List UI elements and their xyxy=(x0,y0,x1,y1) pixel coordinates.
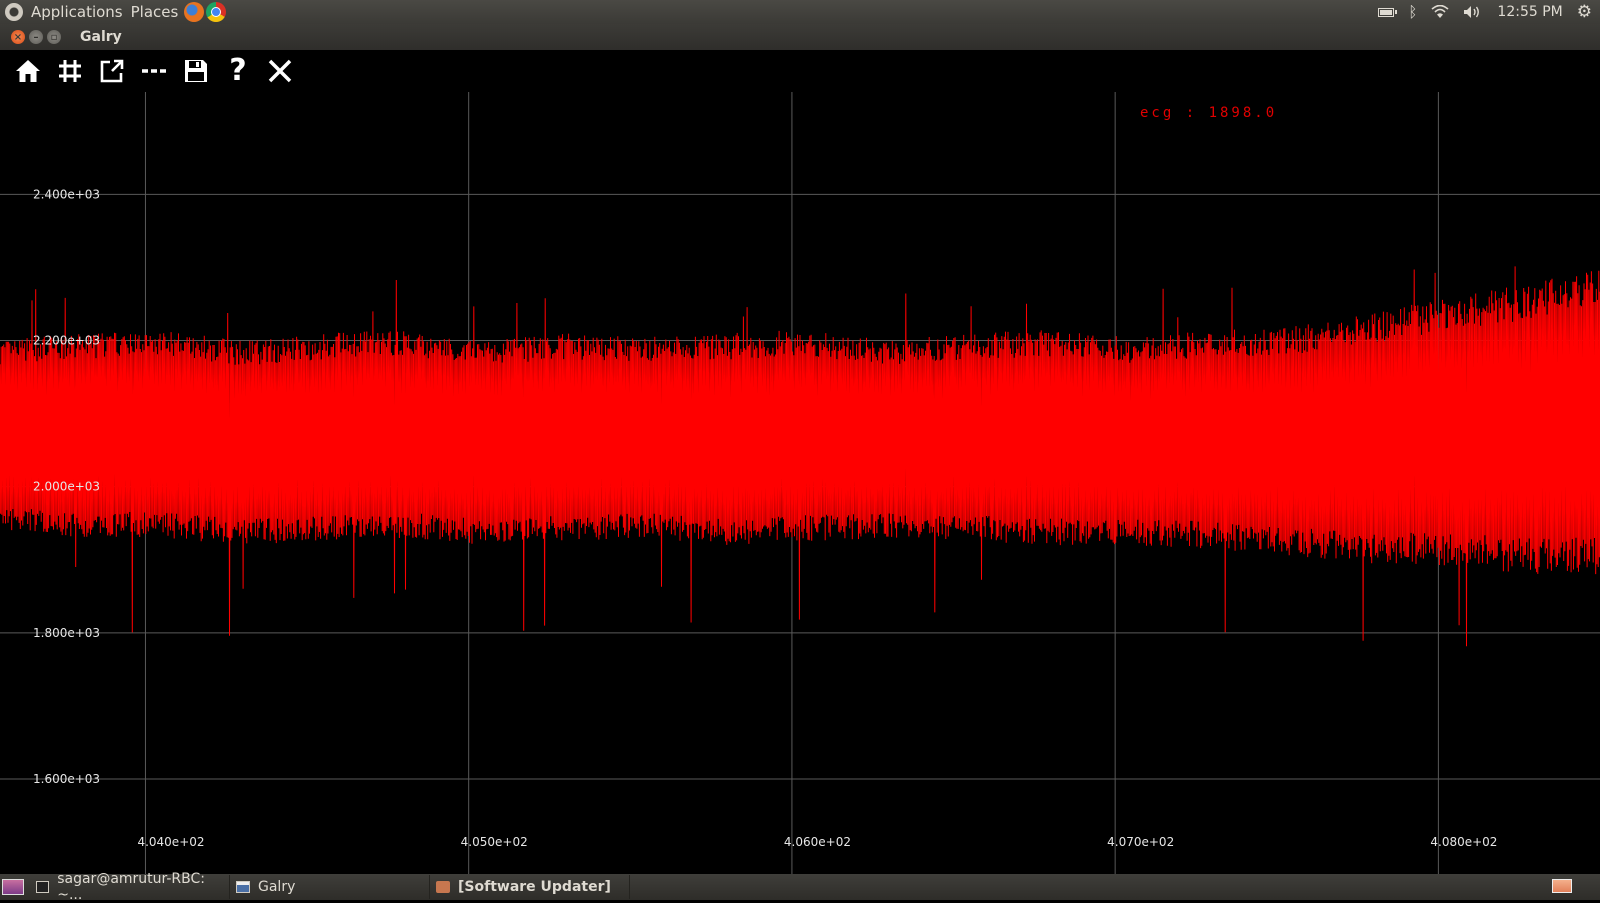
y-axis-labels: 2.400e+03 2.200e+03 2.000e+03 1.800e+03 1.60… xyxy=(33,187,100,786)
home-button[interactable] xyxy=(13,56,43,86)
y-tick-label: 2.200e+03 xyxy=(33,333,100,347)
y-tick-label: 2.400e+03 xyxy=(33,187,100,201)
applications-menu[interactable]: Applications xyxy=(27,3,127,21)
help-button[interactable]: ? xyxy=(223,56,253,86)
external-link-icon xyxy=(100,59,124,83)
ecg-series-line xyxy=(0,266,1600,647)
battery-icon[interactable] xyxy=(1378,7,1398,17)
x-tick-label: 4.080e+02 xyxy=(1430,835,1497,849)
volume-icon[interactable] xyxy=(1463,5,1483,19)
trash-icon[interactable] xyxy=(1552,879,1572,893)
chrome-icon[interactable] xyxy=(206,2,227,22)
window-minimize-button[interactable]: – xyxy=(29,30,43,44)
x-tick-label: 4.070e+02 xyxy=(1107,835,1174,849)
x-axis-labels: 4.040e+02 4.050e+02 4.060e+02 4.070e+02 4.08… xyxy=(137,835,1497,849)
help-icon: ? xyxy=(229,53,247,88)
show-desktop-icon[interactable] xyxy=(2,879,24,895)
taskbar-item-galry[interactable]: Galry xyxy=(230,875,430,899)
window-title: Galry xyxy=(80,29,122,45)
x-tick-label: 4.050e+02 xyxy=(461,835,528,849)
gear-icon[interactable]: ⚙ xyxy=(1577,2,1592,22)
dashes-button[interactable] xyxy=(139,56,169,86)
system-tray: ᛒ 12:55 PM ⚙ xyxy=(1378,0,1600,24)
ecg-signal xyxy=(0,266,1600,647)
dashed-line-icon xyxy=(142,69,166,73)
wifi-icon[interactable] xyxy=(1431,5,1449,19)
bottom-taskbar: sagar@amrutur-RBC: ~... Galry [Software … xyxy=(0,871,1600,903)
window-icon xyxy=(236,881,250,893)
y-tick-label: 1.800e+03 xyxy=(33,626,100,640)
software-updater-icon xyxy=(436,881,450,893)
gnome-foot-icon[interactable] xyxy=(5,3,23,21)
close-plot-button[interactable] xyxy=(265,56,295,86)
top-panel: Applications Places ᛒ 12:55 PM ⚙ xyxy=(0,0,1600,24)
taskbar-item-label: sagar@amrutur-RBC: ~... xyxy=(57,871,206,903)
window-close-button[interactable]: × xyxy=(11,30,25,44)
home-icon xyxy=(16,60,40,82)
x-tick-label: 4.040e+02 xyxy=(137,835,204,849)
clock[interactable]: 12:55 PM xyxy=(1497,4,1562,20)
window-titlebar[interactable]: × – ▫ Galry xyxy=(0,24,1600,50)
save-button[interactable] xyxy=(181,56,211,86)
bluetooth-icon[interactable]: ᛒ xyxy=(1408,3,1417,21)
popout-button[interactable] xyxy=(97,56,127,86)
grid-hash-icon xyxy=(59,60,81,82)
places-menu[interactable]: Places xyxy=(127,3,183,21)
taskbar-item-software-updater[interactable]: [Software Updater] xyxy=(430,875,630,899)
terminal-icon xyxy=(36,881,50,893)
taskbar-item-label: Galry xyxy=(258,879,296,895)
floppy-disk-icon xyxy=(185,60,207,82)
y-tick-label: 2.000e+03 xyxy=(33,480,100,494)
value-annotation: ecg : 1898.0 xyxy=(1140,105,1277,121)
taskbar-item-label: [Software Updater] xyxy=(458,879,611,895)
taskbar-item-terminal[interactable]: sagar@amrutur-RBC: ~... xyxy=(30,871,230,903)
close-x-icon xyxy=(268,59,292,83)
grid-toggle-button[interactable] xyxy=(55,56,85,86)
plot-toolbar: ? xyxy=(0,50,1600,92)
window-maximize-button[interactable]: ▫ xyxy=(47,30,61,44)
y-tick-label: 1.600e+03 xyxy=(33,772,100,786)
x-tick-label: 4.060e+02 xyxy=(784,835,851,849)
firefox-icon[interactable] xyxy=(184,2,205,22)
ecg-plot[interactable]: 2.400e+03 2.200e+03 2.000e+03 1.800e+03 1.60… xyxy=(0,92,1600,874)
